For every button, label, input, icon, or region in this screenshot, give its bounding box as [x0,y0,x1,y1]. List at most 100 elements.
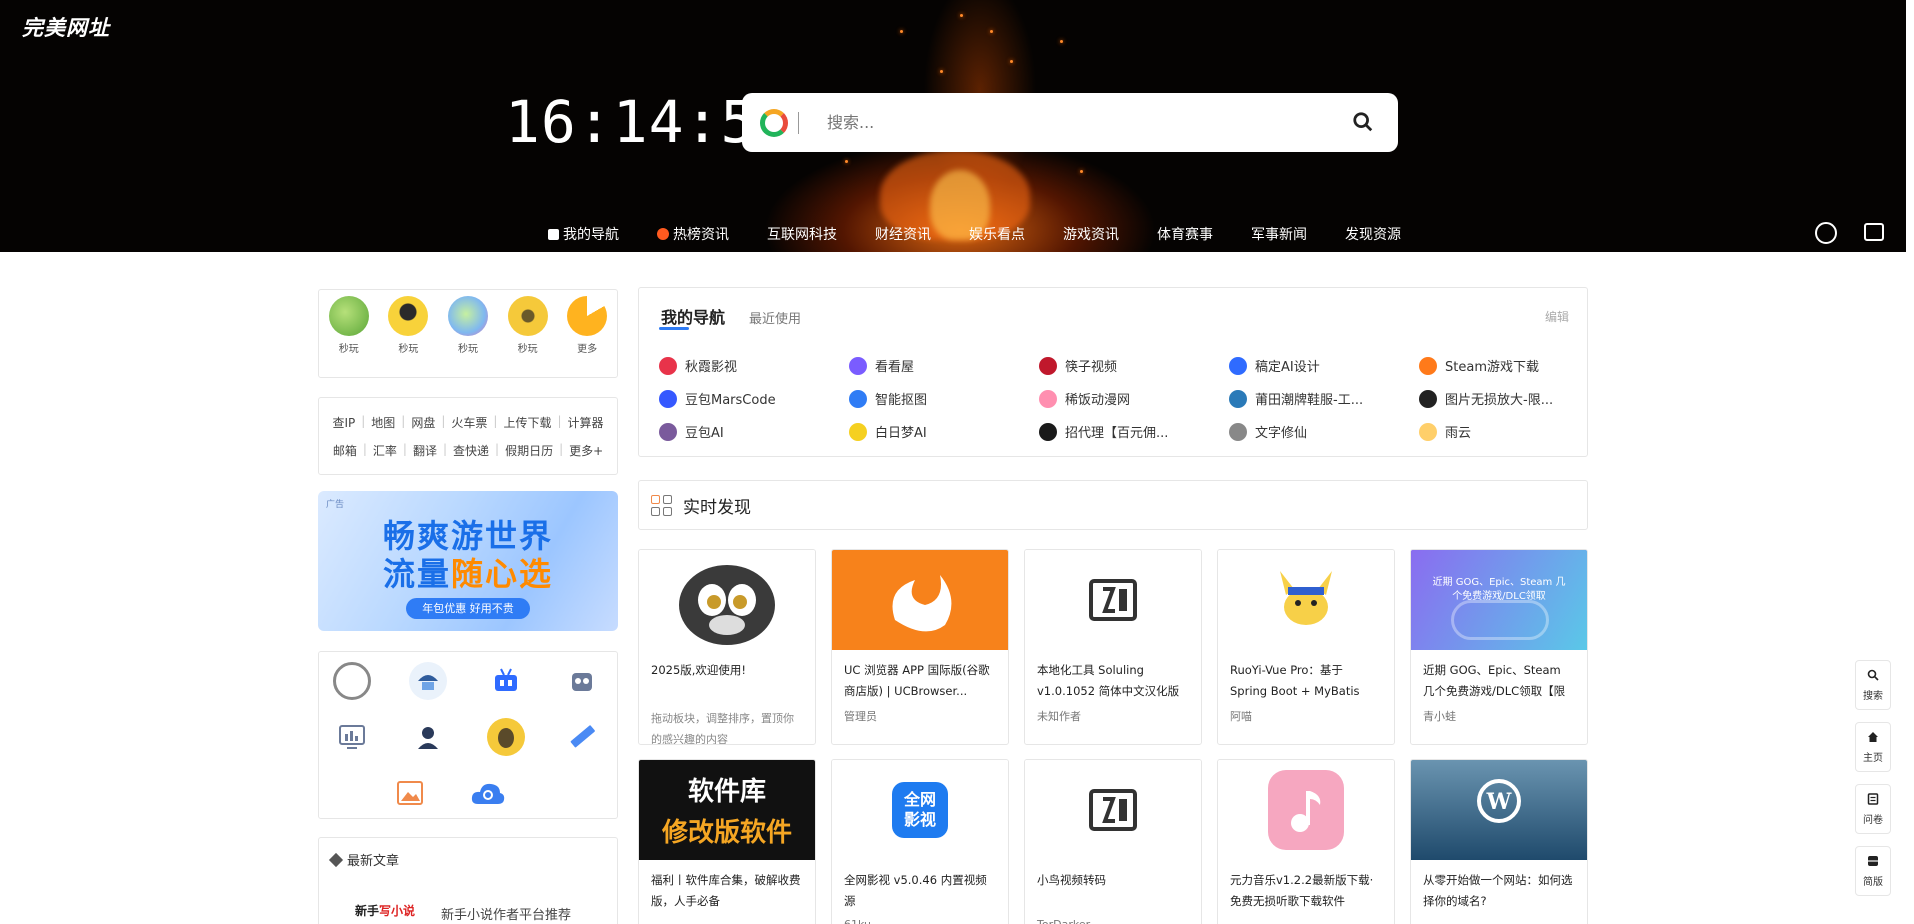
tool-link[interactable]: 查快递 [447,442,495,459]
tile-title[interactable]: 福利丨软件库合集，破解收费版，人手必备 [639,860,815,912]
tool-link[interactable]: 邮箱 [327,442,363,459]
search-input[interactable] [827,113,1307,132]
nav-link-label: 雨云 [1445,426,1472,441]
tile-title[interactable]: RuoYi-Vue Pro：基于 Spring Boot + MyBatis P… [1218,650,1394,702]
tv-robot-icon[interactable] [487,662,525,700]
site-favicon-icon [1419,356,1437,375]
tile-title[interactable]: 小鸟视频转码 [1025,860,1201,912]
tile-title[interactable]: 元力音乐v1.2.2最新版下载·免费无损听歌下载软件 [1218,860,1394,912]
tab-my-nav[interactable]: 我的导航 [658,304,725,330]
nav-tech[interactable]: 互联网科技 [767,224,837,244]
tool-link[interactable]: 汇率 [367,442,403,459]
float-home-button[interactable]: 主页 [1855,722,1891,772]
image-icon[interactable] [391,774,429,812]
float-survey-button[interactable]: 问卷 [1855,784,1891,834]
nav-link[interactable]: 莆田潮牌鞋服-工... [1229,389,1419,408]
nav-hot[interactable]: 热榜资讯 [657,224,729,244]
film-reel-icon[interactable] [333,662,371,700]
nav-link-label: 智能抠图 [875,393,928,408]
nav-link[interactable]: 稀饭动漫网 [1039,389,1229,408]
nav-link[interactable]: 白日梦AI [849,422,1039,441]
egg-icon[interactable] [487,718,525,756]
nav-sports[interactable]: 体育赛事 [1157,224,1213,244]
robot-icon[interactable] [563,662,601,700]
game-item-more[interactable]: 更多 [567,296,608,377]
discover-tile[interactable]: 软件库 修改版软件 福利丨软件库合集，破解收费版，人手必备 [638,759,816,924]
nav-link[interactable]: 豆包MarsCode [659,389,849,408]
tile-title[interactable]: 从零开始做一个网站：如何选择你的域名? [1411,860,1587,912]
nav-my-nav[interactable]: 我的导航 [548,224,619,244]
app-logo-icon [1089,789,1137,831]
nav-link[interactable]: 文字修仙 [1229,422,1419,441]
tile-title[interactable]: 全网影视 v5.0.46 内置视频源 [832,860,1008,912]
nav-link-label: 招代理【百元佣... [1065,426,1169,441]
game-item[interactable]: 秒玩 [507,296,548,377]
nav-finance[interactable]: 财经资讯 [875,224,931,244]
article-title[interactable]: 新手小说作者平台推荐 [441,904,571,923]
nav-link[interactable]: 雨云 [1419,422,1609,441]
discover-tile[interactable]: RuoYi-Vue Pro：基于 Spring Boot + MyBatis P… [1217,549,1395,745]
discover-tile[interactable]: W 从零开始做一个网站：如何选择你的域名? [1410,759,1588,924]
tile-author: 青小蛙 [1423,710,1456,723]
search-engine-icon[interactable] [760,108,788,137]
nav-link[interactable]: 图片无损放大-限... [1419,389,1609,408]
tile-title[interactable]: UC 浏览器 APP 国际版(谷歌商店版) | UCBrowser... [832,650,1008,702]
wallpaper-icon[interactable] [1864,223,1884,241]
tool-link[interactable]: 假期日历 [499,442,559,459]
nav-link[interactable]: 看看屋 [849,356,1039,375]
nav-entertainment[interactable]: 娱乐看点 [969,224,1025,244]
discover-tile[interactable]: 本地化工具 Soluling v1.0.1052 简体中文汉化版 未知作者 [1024,549,1202,745]
tile-title[interactable]: 2025版,欢迎使用! [639,650,815,702]
discover-tile[interactable]: 小鸟视频转码TorDarker [1024,759,1202,924]
nav-link[interactable]: 筷子视频 [1039,356,1229,375]
tool-link-more[interactable]: 更多+ [563,442,609,459]
game-item[interactable]: 秒玩 [328,296,369,377]
tool-link[interactable]: 上传下载 [497,414,557,431]
article-thumb[interactable]: 新手写小说 [355,902,415,919]
tile-description: 拖动板块，调整排序，置顶你的感兴趣的内容 [651,712,794,745]
discover-tile[interactable]: 近期 GOG、Epic、Steam 几个免费游戏/DLC领取 近期 GOG、Epi… [1410,549,1588,745]
ruler-icon[interactable] [563,718,601,756]
nav-link[interactable]: 稿定AI设计 [1229,356,1419,375]
discover-tile[interactable]: UC 浏览器 APP 国际版(谷歌商店版) | UCBrowser... 管理员 [831,549,1009,745]
tool-link[interactable]: 火车票 [445,414,493,431]
tool-link[interactable]: 计算器 [562,414,610,431]
tool-link[interactable]: 翻译 [407,442,443,459]
discover-tile[interactable]: 全网影视全网影视 v5.0.46 内置视频源61ku [831,759,1009,924]
nav-link[interactable]: 秋霞影视 [659,356,849,375]
lite-icon [1868,855,1878,866]
nav-discover[interactable]: 发现资源 [1345,224,1401,244]
edit-button[interactable]: 编辑 [1545,308,1569,325]
app-logo-icon [1089,579,1137,621]
app-icons-card [318,651,618,819]
tab-recent[interactable]: 最近使用 [749,308,801,327]
nav-link[interactable]: 招代理【百元佣... [1039,422,1229,441]
game-item[interactable]: 秒玩 [388,296,429,377]
float-search-button[interactable]: 搜索 [1855,660,1891,710]
chart-icon[interactable] [333,718,371,756]
nav-link[interactable]: 豆包AI [659,422,849,441]
tile-title[interactable]: 本地化工具 Soluling v1.0.1052 简体中文汉化版 [1025,650,1201,702]
nav-link[interactable]: 智能抠图 [849,389,1039,408]
nav-military[interactable]: 军事新闻 [1251,224,1307,244]
user-icon[interactable] [409,718,447,756]
site-logo[interactable]: 完美网址 [22,12,110,42]
tool-link[interactable]: 地图 [365,414,401,431]
nav-link[interactable]: Steam游戏下载 [1419,356,1609,375]
game-item[interactable]: 秒玩 [447,296,488,377]
umbrella-icon[interactable] [409,662,447,700]
theme-toggle-icon[interactable] [1815,222,1837,244]
ad-banner[interactable]: 广告 畅爽游世界 流量随心选 年包优惠 好用不贵 [318,491,618,631]
home-icon [1868,731,1878,742]
cloud-search-icon[interactable] [469,774,507,812]
tool-link[interactable]: 查IP [326,414,361,431]
float-lite-button[interactable]: 简版 [1855,846,1891,896]
game-thumb [507,296,548,336]
discover-tile[interactable]: 元力音乐v1.2.2最新版下载·免费无损听歌下载软件 [1217,759,1395,924]
nav-games[interactable]: 游戏资讯 [1063,224,1119,244]
tile-title[interactable]: 近期 GOG、Epic、Steam 几个免费游戏/DLC领取【限免】 [1411,650,1587,702]
search-icon[interactable] [1352,111,1374,133]
ad-subheadline: 流量随心选 [382,555,554,593]
discover-tile[interactable]: 2025版,欢迎使用! 拖动板块，调整排序，置顶你的感兴趣的内容 [638,549,816,745]
tool-link[interactable]: 网盘 [405,414,441,431]
